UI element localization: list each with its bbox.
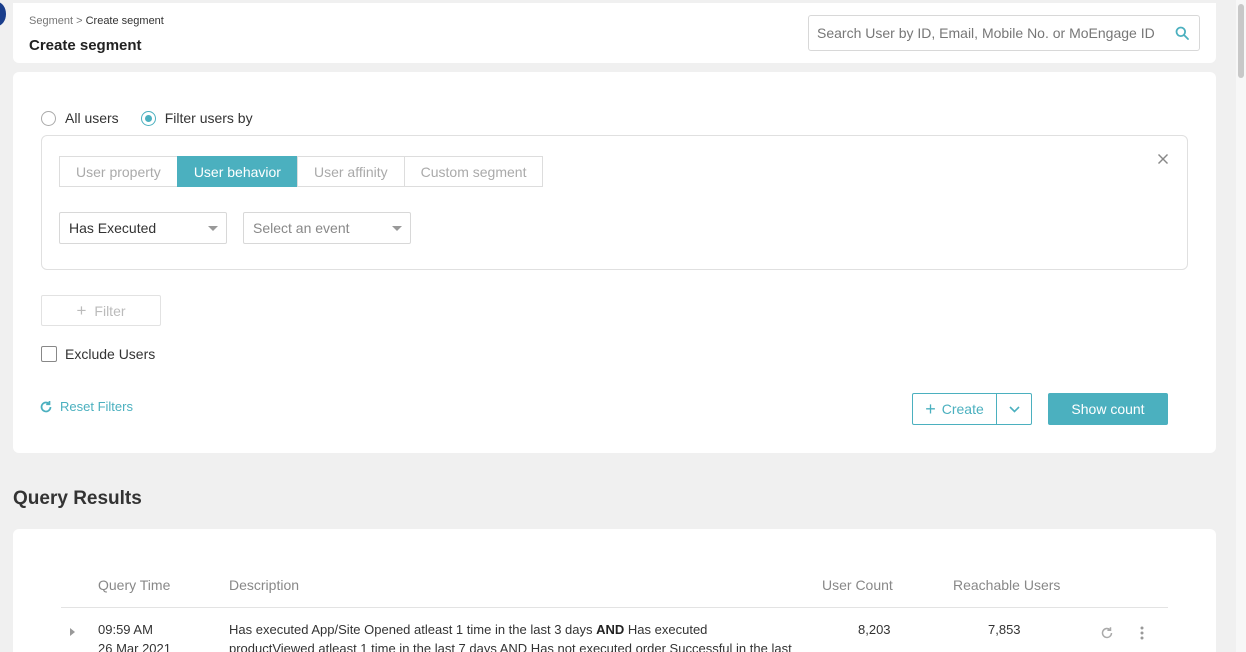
row-description: Has executed App/Site Opened atleast 1 t… bbox=[229, 622, 707, 637]
query-results-table: Query Time Description User Count Reacha… bbox=[13, 529, 1216, 652]
audience-radio-group: All users Filter users by bbox=[41, 110, 275, 126]
close-icon[interactable] bbox=[1157, 153, 1169, 165]
exclude-users-label: Exclude Users bbox=[65, 346, 156, 362]
column-reachable-users: Reachable Users bbox=[953, 577, 1061, 593]
description-and: AND bbox=[596, 622, 625, 637]
column-user-count: User Count bbox=[822, 577, 893, 593]
breadcrumb: Segment > Create segment bbox=[29, 15, 164, 27]
create-label: Create bbox=[941, 401, 984, 417]
tab-user-affinity[interactable]: User affinity bbox=[296, 156, 405, 187]
scrollbar-thumb[interactable] bbox=[1238, 4, 1244, 78]
create-button[interactable]: + Create bbox=[913, 394, 997, 424]
tab-user-behavior[interactable]: User behavior bbox=[176, 156, 298, 187]
description-part-2: Has executed bbox=[624, 622, 708, 637]
filter-users-radio[interactable] bbox=[140, 110, 156, 126]
reset-filters-link[interactable]: Reset Filters bbox=[39, 399, 133, 414]
query-results-title: Query Results bbox=[13, 488, 142, 509]
refresh-icon bbox=[40, 400, 52, 412]
tab-custom-segment[interactable]: Custom segment bbox=[403, 156, 544, 187]
app-logo-edge bbox=[0, 2, 6, 26]
add-filter-label: Filter bbox=[94, 302, 126, 319]
search-icon[interactable] bbox=[1175, 26, 1189, 40]
all-users-radio[interactable] bbox=[41, 110, 56, 126]
event-placeholder: Select an event bbox=[253, 220, 350, 236]
event-dropdown[interactable]: Select an event bbox=[243, 212, 411, 244]
filter-condition-box: User property User behavior User affinit… bbox=[41, 135, 1188, 270]
row-user-count: 8,203 bbox=[858, 622, 891, 637]
exclude-users-checkbox[interactable] bbox=[41, 346, 57, 362]
row-reachable-users: 7,853 bbox=[988, 622, 1021, 637]
chevron-down-icon bbox=[1008, 405, 1020, 413]
breadcrumb-root[interactable]: Segment bbox=[29, 15, 73, 27]
create-options-button[interactable] bbox=[997, 394, 1031, 424]
add-filter-button[interactable]: + Filter bbox=[41, 295, 161, 326]
filter-users-option[interactable]: Filter users by bbox=[140, 110, 253, 126]
column-description: Description bbox=[229, 577, 300, 593]
segment-filter-card: All users Filter users by User property … bbox=[13, 72, 1216, 453]
column-query-time: Query Time bbox=[98, 577, 171, 593]
condition-value: Has Executed bbox=[69, 220, 157, 236]
expand-row-icon[interactable] bbox=[70, 628, 75, 636]
reset-filters-label: Reset Filters bbox=[60, 399, 133, 414]
chevron-down-icon bbox=[208, 226, 218, 231]
page-scrollbar[interactable] bbox=[1236, 0, 1246, 652]
page-header: Segment > Create segment Create segment bbox=[13, 3, 1216, 63]
refresh-icon[interactable] bbox=[1100, 626, 1114, 640]
table-header: Query Time Description User Count Reacha… bbox=[61, 577, 1168, 608]
tab-user-property[interactable]: User property bbox=[59, 156, 178, 187]
table-row[interactable]: 09:59 AM 26 Mar 2021 Has executed App/Si… bbox=[61, 622, 1168, 652]
plus-icon: + bbox=[76, 300, 87, 320]
all-users-label: All users bbox=[65, 110, 119, 126]
chevron-down-icon bbox=[392, 226, 402, 231]
breadcrumb-separator: > bbox=[76, 15, 83, 27]
plus-icon: + bbox=[925, 398, 936, 419]
create-button-group: + Create bbox=[912, 393, 1032, 425]
description-part-1: Has executed App/Site Opened atleast 1 t… bbox=[229, 622, 597, 637]
breadcrumb-current: Create segment bbox=[85, 15, 164, 27]
filter-users-label: Filter users by bbox=[164, 110, 253, 126]
show-count-button[interactable]: Show count bbox=[1048, 393, 1168, 425]
condition-dropdown[interactable]: Has Executed bbox=[59, 212, 227, 244]
exclude-users-option[interactable]: Exclude Users bbox=[41, 346, 155, 362]
filter-type-tabs: User property User behavior User affinit… bbox=[59, 156, 544, 187]
row-query-time: 09:59 AM bbox=[98, 622, 153, 637]
more-options-icon[interactable] bbox=[1139, 625, 1145, 641]
user-search-input[interactable] bbox=[817, 16, 1167, 50]
row-query-date: 26 Mar 2021 bbox=[98, 641, 171, 652]
row-description-continued: productViewed atleast 1 time in the last… bbox=[229, 641, 792, 652]
user-search-box[interactable] bbox=[808, 15, 1200, 51]
page-title: Create segment bbox=[29, 37, 142, 54]
all-users-option[interactable]: All users bbox=[41, 110, 119, 126]
